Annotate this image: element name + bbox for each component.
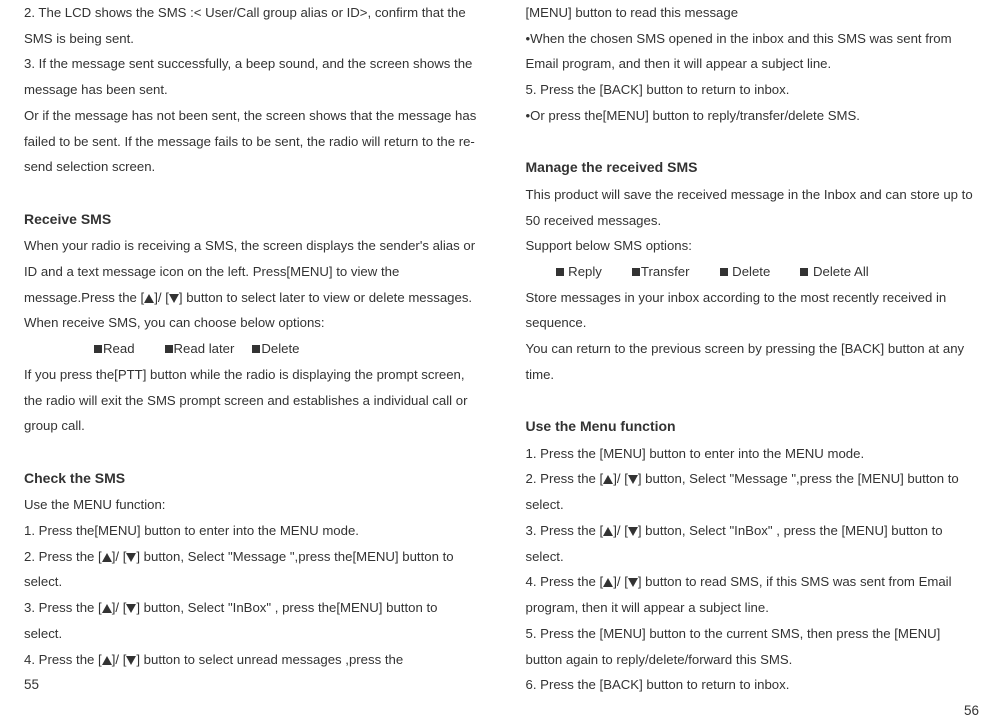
paragraph: If you press the[PTT] button while the r…	[24, 362, 478, 439]
option-reply: Reply	[568, 264, 602, 279]
options-row: Reply Transfer Delete Delete All	[556, 259, 980, 285]
text: ] button to select later to view or dele…	[179, 290, 472, 305]
down-arrow-icon	[628, 578, 638, 587]
down-arrow-icon	[126, 553, 136, 562]
text: ]/ [	[112, 600, 127, 615]
page-number-right: 56	[526, 698, 980, 724]
paragraph: 2. The LCD shows the SMS :< User/Call gr…	[24, 0, 478, 51]
paragraph: 2. Press the []/ [] button, Select "Mess…	[24, 544, 478, 595]
paragraph: 3. Press the []/ [] button, Select "InBo…	[24, 595, 478, 646]
text: ]/ [	[613, 523, 628, 538]
option-delete: Delete	[261, 341, 299, 356]
page-left-content: 2. The LCD shows the SMS :< User/Call gr…	[24, 0, 478, 672]
option-delete: Delete	[732, 264, 770, 279]
paragraph: •Or press the[MENU] button to reply/tran…	[526, 103, 980, 129]
paragraph: Support below SMS options:	[526, 233, 980, 259]
paragraph: 3. Press the []/ [] button, Select "InBo…	[526, 518, 980, 569]
down-arrow-icon	[169, 294, 179, 303]
blank-line	[526, 388, 980, 408]
text: 2. Press the [	[24, 549, 102, 564]
square-bullet-icon	[252, 345, 260, 353]
square-bullet-icon	[800, 268, 808, 276]
up-arrow-icon	[603, 578, 613, 587]
text: ] button to select unread messages ,pres…	[136, 652, 403, 667]
heading-check-sms: Check the SMS	[24, 465, 478, 492]
down-arrow-icon	[628, 475, 638, 484]
text: ]/ [	[154, 290, 169, 305]
option-transfer: Transfer	[641, 264, 690, 279]
square-bullet-icon	[720, 268, 728, 276]
blank-line	[24, 439, 478, 459]
text: 4. Press the [	[526, 574, 604, 589]
down-arrow-icon	[628, 527, 638, 536]
square-bullet-icon	[632, 268, 640, 276]
up-arrow-icon	[102, 553, 112, 562]
paragraph: 5. Press the [MENU] button to the curren…	[526, 621, 980, 672]
text: 3. Press the [	[526, 523, 604, 538]
square-bullet-icon	[556, 268, 564, 276]
heading-use-menu: Use the Menu function	[526, 413, 980, 440]
paragraph: •When the chosen SMS opened in the inbox…	[526, 26, 980, 77]
blank-line	[24, 180, 478, 200]
paragraph: [MENU] button to read this message	[526, 0, 980, 26]
up-arrow-icon	[144, 294, 154, 303]
heading-receive-sms: Receive SMS	[24, 206, 478, 233]
heading-manage-received: Manage the received SMS	[526, 154, 980, 181]
text: ]/ [	[112, 652, 127, 667]
paragraph: Or if the message has not been sent, the…	[24, 103, 478, 180]
square-bullet-icon	[94, 345, 102, 353]
text: ]/ [	[613, 471, 628, 486]
paragraph: Use the MENU function:	[24, 492, 478, 518]
up-arrow-icon	[603, 475, 613, 484]
up-arrow-icon	[102, 604, 112, 613]
page-right: [MENU] button to read this message •When…	[502, 0, 1003, 694]
text: ]/ [	[613, 574, 628, 589]
down-arrow-icon	[126, 604, 136, 613]
option-read: Read	[103, 341, 135, 356]
paragraph: 1. Press the [MENU] button to enter into…	[526, 441, 980, 467]
paragraph: When receive SMS, you can choose below o…	[24, 310, 478, 336]
up-arrow-icon	[603, 527, 613, 536]
up-arrow-icon	[102, 656, 112, 665]
paragraph: 4. Press the []/ [] button to read SMS, …	[526, 569, 980, 620]
text: 4. Press the [	[24, 652, 102, 667]
square-bullet-icon	[165, 345, 173, 353]
paragraph: 1. Press the[MENU] button to enter into …	[24, 518, 478, 544]
blank-line	[526, 129, 980, 149]
page-right-content: [MENU] button to read this message •When…	[526, 0, 980, 698]
paragraph: 5. Press the [BACK] button to return to …	[526, 77, 980, 103]
paragraph: You can return to the previous screen by…	[526, 336, 980, 387]
paragraph: This product will save the received mess…	[526, 182, 980, 233]
page-number-left: 55	[24, 672, 478, 698]
option-delete-all: Delete All	[813, 264, 869, 279]
text: 3. Press the [	[24, 600, 102, 615]
text: ]/ [	[112, 549, 127, 564]
text: 2. Press the [	[526, 471, 604, 486]
paragraph: 2. Press the []/ [] button, Select "Mess…	[526, 466, 980, 517]
paragraph: When your radio is receiving a SMS, the …	[24, 233, 478, 310]
paragraph: 3. If the message sent successfully, a b…	[24, 51, 478, 102]
options-row: Read Read later Delete	[94, 336, 478, 362]
page-left: 2. The LCD shows the SMS :< User/Call gr…	[0, 0, 502, 694]
down-arrow-icon	[126, 656, 136, 665]
paragraph: 6. Press the [BACK] button to return to …	[526, 672, 980, 698]
option-read-later: Read later	[174, 341, 235, 356]
paragraph: 4. Press the [ ]/ [ ] button to select unr…	[24, 647, 478, 673]
paragraph: Store messages in your inbox according t…	[526, 285, 980, 336]
